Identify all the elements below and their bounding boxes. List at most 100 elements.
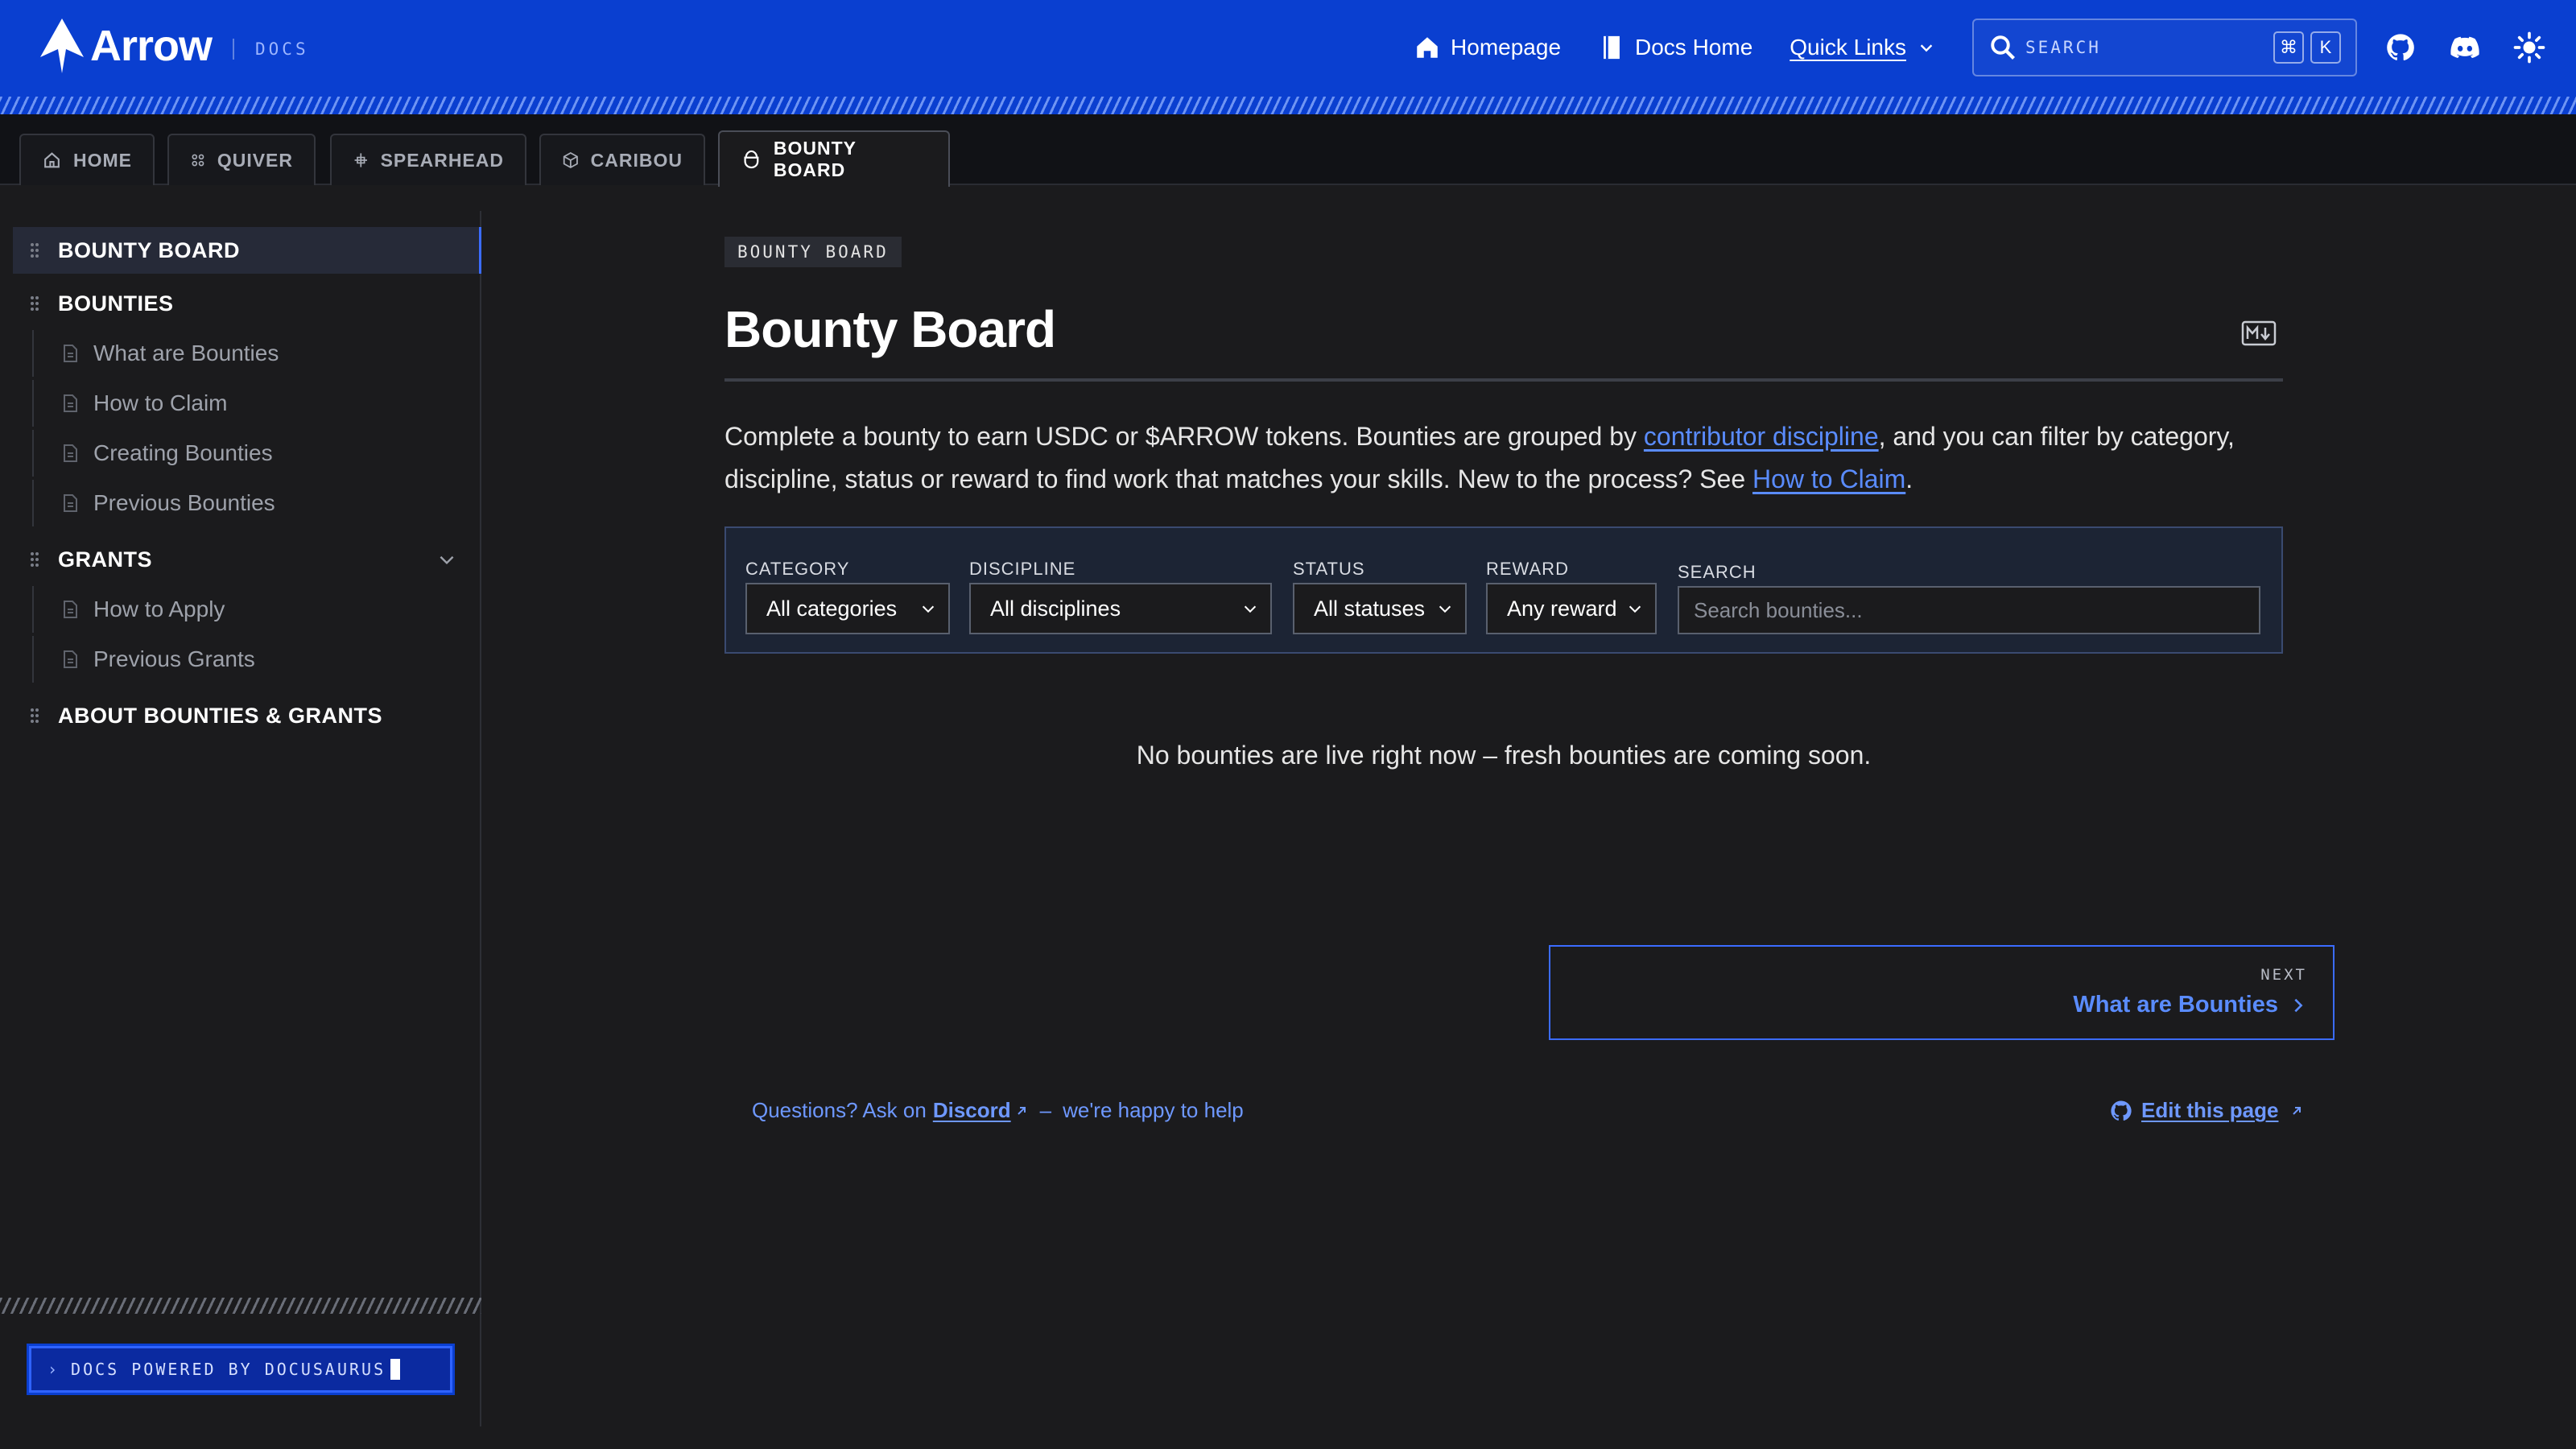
chevron-down-icon[interactable]: [436, 549, 457, 570]
category-value: All categories: [766, 596, 898, 621]
nav-link-label: Homepage: [1451, 35, 1562, 60]
doc-content: BOUNTY BOARD Bounty Board Complete a bou…: [483, 187, 2576, 1449]
doc-icon: [64, 601, 77, 618]
category-select[interactable]: All categories: [745, 583, 950, 634]
powered-by-badge[interactable]: › DOCS POWERED BY DOCUSAURUS: [29, 1346, 452, 1393]
tab-label: SPEARHEAD: [380, 149, 504, 171]
bounty-filters: CATEGORY All categories DISCIPLINE All d…: [724, 526, 2283, 654]
nav-link-quick-links[interactable]: Quick Links: [1790, 35, 1935, 60]
sun-icon: [2513, 31, 2545, 64]
nav-link-label: Quick Links: [1790, 35, 1906, 60]
quiver-icon: [192, 154, 204, 167]
sidebar-item-how-to-apply[interactable]: How to Apply: [32, 586, 467, 633]
sidebar-item-label: What are Bounties: [93, 341, 279, 365]
sidebar-item-bounties[interactable]: BOUNTIES: [13, 280, 481, 327]
tab-quiver[interactable]: QUIVER: [167, 134, 316, 185]
grip-icon: [31, 243, 39, 258]
intro-text: Complete a bounty to earn USDC or $ARROW…: [724, 422, 1644, 451]
reward-select[interactable]: Any reward: [1486, 583, 1657, 634]
markdown-icon[interactable]: [2241, 320, 2277, 346]
brand-name: Arrow: [90, 22, 213, 70]
bounty-icon: [744, 150, 759, 169]
sidebar-item-about-bounties-grants[interactable]: ABOUT BOUNTIES & GRANTS: [13, 692, 481, 739]
grip-icon: [31, 552, 39, 567]
empty-state-message: No bounties are live right now – fresh b…: [1136, 741, 1872, 770]
navbar: Arrow DOCS Homepage Docs Home Quick Link…: [0, 0, 2576, 114]
bounty-search-input[interactable]: Search bounties...: [1678, 586, 2260, 634]
sidebar-item-label: GRANTS: [58, 547, 152, 572]
github-icon: [2111, 1100, 2132, 1121]
bounty-search-placeholder: Search bounties...: [1694, 597, 1863, 622]
chevron-down-icon: [1244, 605, 1257, 613]
sidebar-item-grants[interactable]: GRANTS: [13, 536, 481, 583]
reward-label: REWARD: [1486, 559, 1569, 579]
tab-label: BOUNTY BOARD: [773, 138, 857, 180]
grip-icon: [31, 296, 39, 311]
chevron-down-icon: [1439, 605, 1451, 613]
nav-link-label: Docs Home: [1635, 35, 1753, 60]
nav-link-docs-home[interactable]: Docs Home: [1598, 34, 1752, 61]
doc-icon: [64, 394, 77, 412]
arrow-logo-icon: [40, 19, 84, 73]
reward-value: Any reward: [1507, 596, 1617, 621]
discord-link[interactable]: [2447, 30, 2483, 65]
sidebar-item-bounty-board[interactable]: BOUNTY BOARD: [13, 227, 481, 274]
contributor-discipline-link[interactable]: contributor discipline: [1644, 422, 1879, 451]
tab-label: CARIBOU: [590, 149, 683, 171]
doc-icon: [64, 494, 77, 512]
product-tabs: HOME QUIVER SPEARHEAD CARIBOU BOUNTY BOA…: [0, 114, 2576, 187]
intro-text: .: [1905, 464, 1913, 493]
sidebar-item-creating-bounties[interactable]: Creating Bounties: [32, 430, 467, 477]
sidebar-item-label: How to Claim: [93, 390, 228, 415]
tab-spearhead[interactable]: SPEARHEAD: [330, 134, 526, 185]
how-to-claim-link[interactable]: How to Claim: [1752, 464, 1905, 493]
chevron-down-icon: [922, 605, 935, 613]
spearhead-icon: [354, 153, 368, 167]
next-page-card[interactable]: NEXT What are Bounties: [1549, 945, 2334, 1040]
tab-bounty-board[interactable]: BOUNTY BOARD: [718, 130, 950, 187]
cursor-block: [390, 1359, 401, 1380]
powered-by-text: DOCS POWERED BY DOCUSAURUS: [71, 1360, 386, 1379]
doc-icon: [64, 345, 77, 362]
sidebar-item-previous-bounties[interactable]: Previous Bounties: [32, 480, 467, 526]
discipline-select[interactable]: All disciplines: [969, 583, 1272, 634]
sidebar-item-label: BOUNTY BOARD: [58, 237, 241, 262]
sidebar-item-label: Creating Bounties: [93, 440, 273, 465]
brand[interactable]: Arrow DOCS: [37, 16, 309, 76]
brand-separator: [233, 39, 235, 60]
tab-caribou[interactable]: CARIBOU: [539, 134, 705, 185]
search-button[interactable]: SEARCH ⌘ K: [1972, 19, 2357, 76]
doc-icon: [64, 444, 77, 462]
breadcrumb[interactable]: BOUNTY BOARD: [724, 237, 902, 267]
theme-toggle-button[interactable]: [2512, 30, 2547, 65]
footer-dash: –: [1039, 1098, 1052, 1122]
edit-this-page-link[interactable]: Edit this page: [2141, 1098, 2278, 1123]
discipline-label: DISCIPLINE: [969, 559, 1076, 579]
github-icon: [2387, 34, 2414, 61]
status-value: All statuses: [1314, 596, 1426, 621]
tab-home[interactable]: HOME: [19, 134, 155, 185]
discord-footer-link[interactable]: Discord: [933, 1098, 1011, 1123]
navbar-right: Homepage Docs Home Quick Links SEARCH ⌘ …: [1414, 18, 2576, 77]
edit-page-footer: Edit this page: [2109, 1098, 2302, 1123]
sidebar-item-label: ABOUT BOUNTIES & GRANTS: [58, 703, 382, 728]
github-link[interactable]: [2383, 30, 2418, 65]
brand-tag: DOCS: [255, 39, 309, 59]
sidebar-stripe-divider: [0, 1298, 481, 1314]
sidebar-item-what-are-bounties[interactable]: What are Bounties: [32, 330, 467, 377]
sidebar-item-how-to-claim[interactable]: How to Claim: [32, 380, 467, 427]
sidebar-item-label: How to Apply: [93, 597, 225, 621]
status-select[interactable]: All statuses: [1293, 583, 1467, 634]
docs-sidebar: BOUNTY BOARD BOUNTIES What are Bounties …: [0, 211, 481, 1426]
shortcut-k-key: K: [2310, 31, 2341, 64]
home-outline-icon: [44, 152, 60, 168]
footer-question: Questions? Ask on: [752, 1098, 927, 1122]
intro-paragraph: Complete a bounty to earn USDC or $ARROW…: [724, 415, 2286, 501]
nav-link-homepage[interactable]: Homepage: [1414, 34, 1561, 61]
chevron-right-icon: [2294, 998, 2303, 1012]
home-icon: [1417, 37, 1438, 58]
shortcut-mod-key: ⌘: [2273, 31, 2304, 64]
navbar-stripe-divider: [0, 97, 2576, 114]
sidebar-item-previous-grants[interactable]: Previous Grants: [32, 636, 467, 683]
tab-label: QUIVER: [217, 149, 293, 171]
